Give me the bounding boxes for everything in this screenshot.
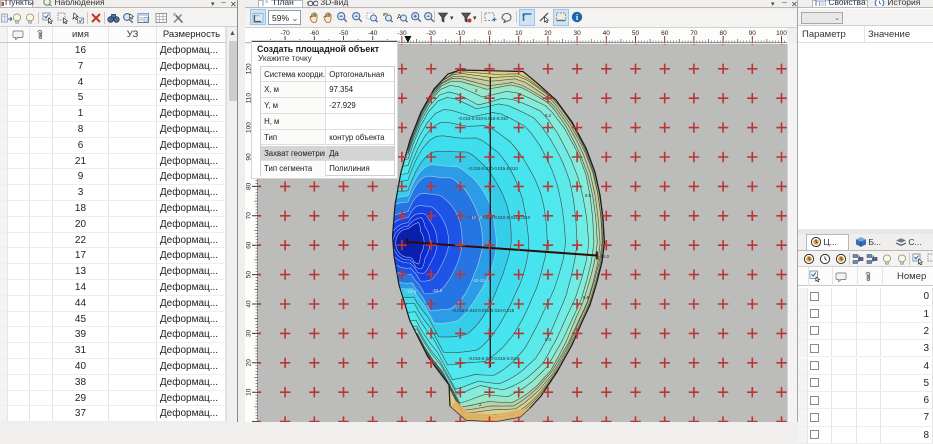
svg-text:-50: -50 — [339, 30, 349, 37]
svg-text:-0.015-0.010-0.015-0.010: -0.015-0.010-0.015-0.010 — [468, 356, 518, 361]
svg-text:100: 100 — [776, 30, 787, 37]
svg-text:-0.015-0.010-0.015-0.010: -0.015-0.010-0.015-0.010 — [468, 166, 518, 171]
svg-text:-24.6: -24.6 — [406, 289, 417, 294]
svg-text:0: 0 — [488, 30, 492, 37]
svg-text:20: 20 — [246, 359, 253, 367]
svg-text:50: 50 — [632, 30, 640, 37]
svg-text:80: 80 — [719, 30, 727, 37]
svg-text:70: 70 — [246, 212, 253, 220]
svg-text:20: 20 — [544, 30, 552, 37]
svg-text:40: 40 — [246, 300, 253, 308]
svg-text:-10: -10 — [456, 30, 466, 37]
svg-text:8.8: 8.8 — [583, 295, 590, 300]
svg-text:-14.0: -14.0 — [599, 254, 610, 259]
svg-text:-0.015-0.010-0.015-0.010: -0.015-0.010-0.015-0.010 — [458, 116, 508, 121]
svg-text:70: 70 — [690, 30, 698, 37]
svg-text:-30: -30 — [397, 30, 407, 37]
svg-text:-10-15: -10-15 — [472, 278, 485, 283]
svg-text:-40: -40 — [368, 30, 378, 37]
svg-text:-60: -60 — [310, 30, 320, 37]
svg-text:10: 10 — [246, 388, 253, 396]
svg-text:-0.015-0.010-0.015-0.010-0.015: -0.015-0.010-0.015-0.010-0.015 — [452, 308, 515, 313]
svg-text:8.6: 8.6 — [585, 193, 592, 198]
svg-text:50: 50 — [246, 271, 253, 279]
svg-text:-24.6: -24.6 — [432, 288, 443, 293]
svg-text:60: 60 — [246, 241, 253, 249]
svg-text:80: 80 — [246, 182, 253, 190]
svg-text:-20: -20 — [426, 30, 436, 37]
svg-text:8.2: 8.2 — [545, 113, 552, 118]
svg-text:90: 90 — [749, 30, 757, 37]
svg-text:-10-15: -10-15 — [470, 215, 483, 220]
svg-text:30: 30 — [246, 329, 253, 337]
svg-text:10: 10 — [515, 30, 523, 37]
svg-text:40: 40 — [603, 30, 611, 37]
svg-text:-70: -70 — [280, 30, 290, 37]
svg-text:60: 60 — [661, 30, 669, 37]
svg-text:30: 30 — [573, 30, 581, 37]
